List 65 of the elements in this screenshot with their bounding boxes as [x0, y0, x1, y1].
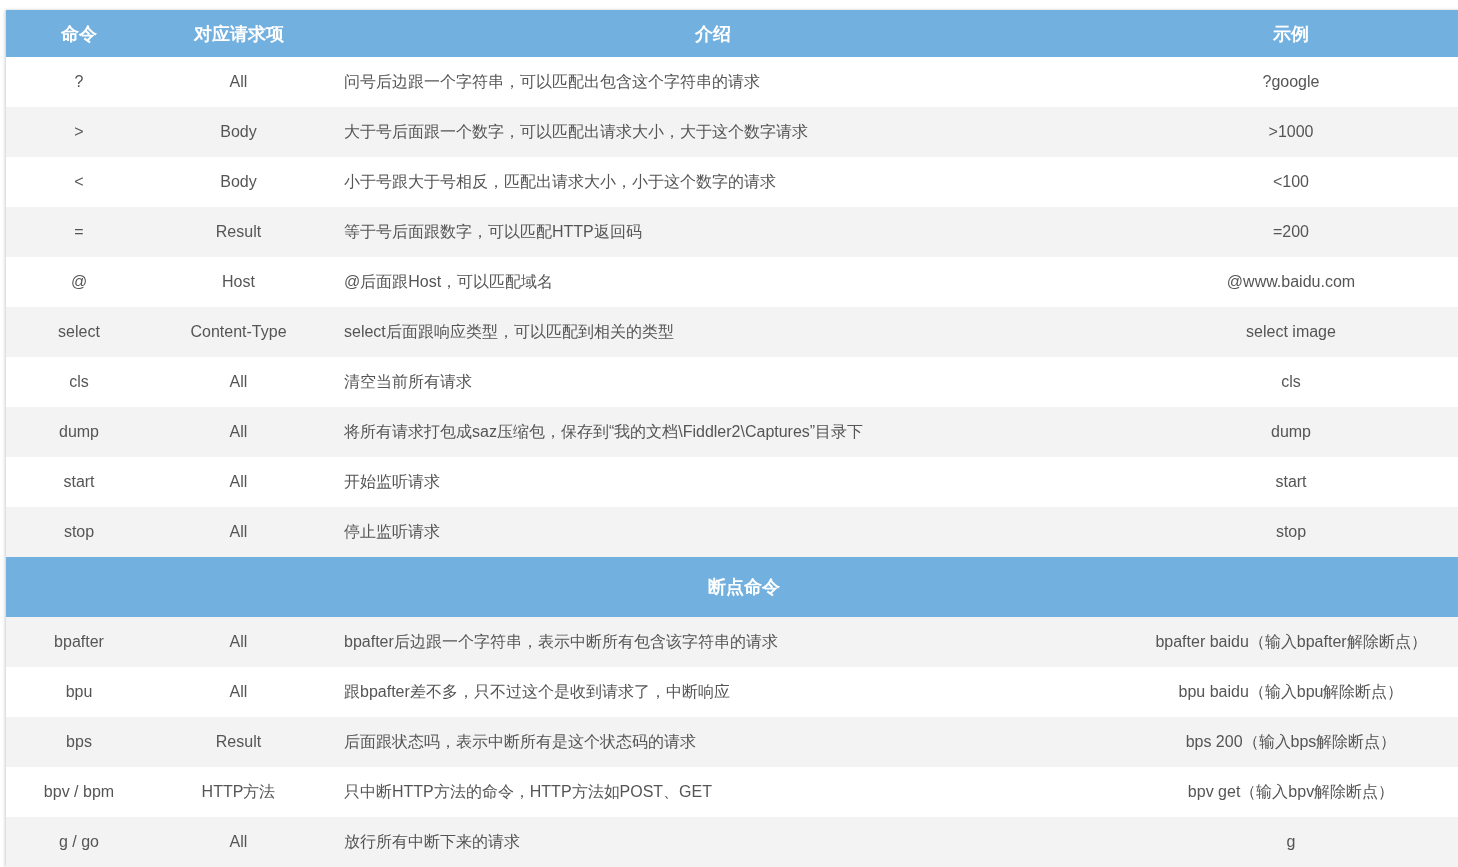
table-cell-text: select后面跟响应类型，可以匹配到相关的类型: [344, 321, 674, 342]
table-cell: =200: [1272, 223, 1309, 241]
table-cell: bps: [66, 733, 92, 751]
table-cell-text: 小于号跟大于号相反，匹配出请求大小，小于这个数字的请求: [344, 171, 776, 192]
table-cell: select: [58, 323, 100, 341]
table-cell: Result: [215, 733, 262, 751]
table-cell: start: [1275, 473, 1307, 491]
table-cell-text: 等于号后面跟数字，可以匹配HTTP返回码: [344, 221, 642, 242]
table-cell-text: 开始监听请求: [344, 471, 440, 492]
table-cell-text: 大于号后面跟一个数字，可以匹配出请求大小，大于这个数字请求: [344, 121, 808, 142]
table-cell: All: [229, 73, 248, 91]
table-cell: cls: [1281, 373, 1301, 391]
table-cell: All: [229, 373, 248, 391]
table-cell-text: bpafter后边跟一个字符串，表示中断所有包含该字符串的请求: [344, 631, 778, 652]
table-cell: All: [229, 683, 248, 701]
table-cell: ?: [74, 73, 84, 91]
table-cell: All: [229, 523, 248, 541]
table-cell-text: bps 200（输入bps解除断点）: [1185, 731, 1397, 752]
table-cell-text: 后面跟状态吗，表示中断所有是这个状态码的请求: [344, 731, 696, 752]
table-cell: stop: [1275, 523, 1307, 541]
table-cell: All: [229, 423, 248, 441]
table-cell: Result: [215, 223, 262, 241]
table-cell: select image: [1246, 323, 1336, 341]
table-cell: <: [74, 173, 84, 191]
table-cell: Body: [220, 173, 257, 191]
table-cell: Host: [222, 273, 255, 291]
table-cell: g: [1286, 833, 1296, 851]
table-cell: =: [74, 223, 84, 241]
table-cell: All: [229, 833, 248, 851]
table-cell-text: 清空当前所有请求: [344, 371, 472, 392]
table-cell: @www.baidu.com: [1226, 273, 1356, 291]
table-cell-text: 问号后边跟一个字符串，可以匹配出包含这个字符串的请求: [344, 71, 760, 92]
table-cell: Body: [220, 123, 257, 141]
table-cell: All: [229, 633, 248, 651]
table-cell: Content-Type: [190, 323, 287, 341]
column-header: 命令: [61, 22, 97, 46]
table-cell-text: bpv get（输入bpv解除断点）: [1187, 781, 1395, 802]
table-cell: ?google: [1262, 73, 1320, 91]
table-cell: >: [74, 123, 84, 141]
table-cell: @: [70, 273, 88, 291]
table-cell: bpv / bpm: [43, 783, 115, 801]
table-cell: <100: [1272, 173, 1309, 191]
table-cell: stop: [63, 523, 95, 541]
section-title: 断点命令: [708, 576, 780, 599]
table-cell: g / go: [59, 833, 99, 851]
table-cell-text: bpafter baidu（输入bpafter解除断点）: [1155, 631, 1427, 652]
table-cell-text: 停止监听请求: [344, 521, 440, 542]
table-cell-text: @后面跟Host，可以匹配域名: [344, 271, 554, 292]
table-cell-text: 将所有请求打包成saz压缩包，保存到“我的文档\Fiddler2\Captures”目录下: [344, 421, 864, 442]
table-cell: start: [63, 473, 95, 491]
table-cell: cls: [69, 373, 89, 391]
table-cell-text: 跟bpafter差不多，只不过这个是收到请求了，中断响应: [344, 681, 730, 702]
column-header: 示例: [1273, 22, 1309, 46]
table-cell: >1000: [1268, 123, 1314, 141]
table-cell-text: HTTP方法: [201, 781, 276, 802]
table-cell: All: [229, 473, 248, 491]
table-cell: dump: [59, 423, 99, 441]
table-cell: dump: [1271, 423, 1311, 441]
table-cell-text: 放行所有中断下来的请求: [344, 831, 520, 852]
table-cell-text: bpu baidu（输入bpu解除断点）: [1178, 681, 1404, 702]
column-header: 介绍: [694, 22, 731, 46]
column-header: 对应请求项: [193, 22, 284, 46]
table-cell-text: 只中断HTTP方法的命令，HTTP方法如POST、GET: [344, 781, 712, 802]
table-cell: bpafter: [54, 633, 104, 651]
table-cell: bpu: [65, 683, 93, 701]
